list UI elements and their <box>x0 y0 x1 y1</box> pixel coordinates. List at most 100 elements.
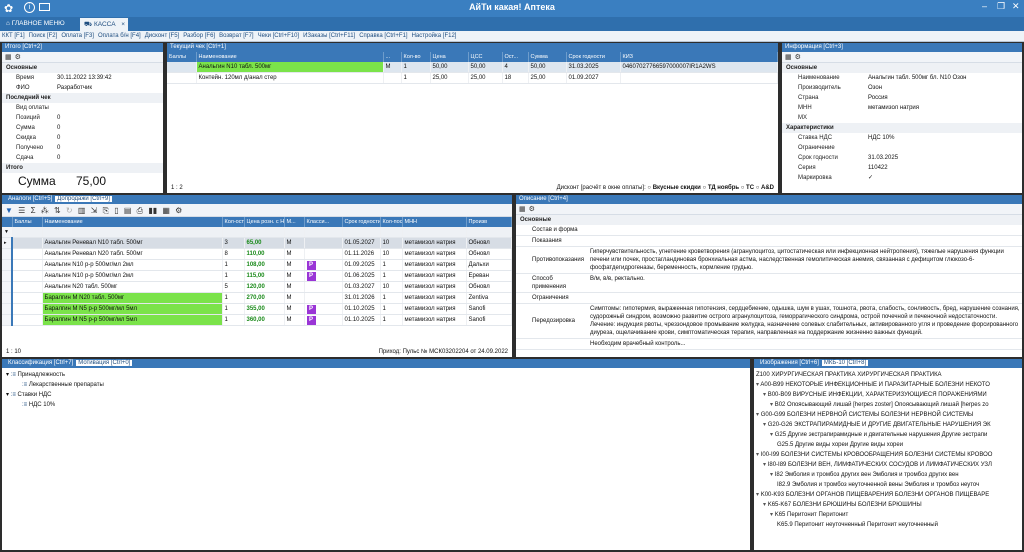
table-row[interactable]: Анальгин N10 р-р 500мг/мл 2мл 1 108,00 М P 01… <box>2 259 512 271</box>
sum-icon[interactable]: Σ <box>31 204 36 216</box>
discount-opt-3[interactable]: ○ ТС <box>741 185 754 191</box>
tab-classification[interactable]: Классификация [Ctrl+7] <box>5 360 76 366</box>
mkb-node[interactable]: G25.5 Другие виды хореи Другие виды хоре… <box>756 440 1020 450</box>
mkb-node[interactable]: ▾ K65-K67 БОЛЕЗНИ БРЮШИНЫ БОЛЕЗНИ БРЮШИН… <box>756 500 1020 510</box>
tab-images[interactable]: Изображения [Ctrl+6] <box>757 360 822 366</box>
mkb-node[interactable]: ▾ K00-K93 БОЛЕЗНИ ОРГАНОВ ПИЩЕВАРЕНИЯ БО… <box>756 490 1020 500</box>
menu-item[interactable]: Дисконт [F5] <box>143 31 182 42</box>
column-header[interactable]: Цена <box>430 52 469 62</box>
column-header[interactable]: Наименование <box>196 52 384 62</box>
mkb-node[interactable]: K65.9 Перитонит неуточненный Перитонит н… <box>756 520 1020 530</box>
table-row[interactable]: Анальгин N20 табл. 500мг 5 120,00 М 01.03.20… <box>2 281 512 293</box>
menu-item[interactable]: Чеки [Ctrl+F10] <box>256 31 302 42</box>
mkb-node[interactable]: ▾ B02 Опоясывающий лишай [herpes zoster]… <box>756 400 1020 410</box>
column-header[interactable]: М... <box>284 217 305 227</box>
column-header[interactable]: Срок годности <box>566 52 621 62</box>
mkb-node[interactable]: ▾ G00-G99 БОЛЕЗНИ НЕРВНОЙ СИСТЕМЫ БОЛЕЗН… <box>756 410 1020 420</box>
maximize-button[interactable]: ❐ <box>997 1 1005 12</box>
discount-opt-4[interactable]: ○ A&D <box>756 185 774 191</box>
table-icon[interactable]: ▤ <box>124 204 132 216</box>
column-header[interactable]: Баллы <box>12 217 43 227</box>
menu-item[interactable]: ККТ [F1] <box>0 31 27 42</box>
table-cell: 1 <box>380 270 403 282</box>
menu-item[interactable]: Справка [Ctrl+F1] <box>357 31 409 42</box>
column-header[interactable]: Класси... <box>304 217 343 227</box>
table-row[interactable]: Анальгин Реневал N20 табл. 500мг 8 110,00 М… <box>2 248 512 260</box>
discount-opt-2[interactable]: ○ ТД ноябрь <box>703 185 740 191</box>
tab-mkb[interactable]: МКБ-10 [Ctrl+8] <box>821 360 869 366</box>
column-header[interactable]: Срок годности <box>342 217 381 227</box>
menu-item[interactable]: Оплата [F3] <box>59 31 96 42</box>
grid-icon[interactable]: ▦ <box>5 52 12 62</box>
export-icon[interactable]: ⇲ <box>91 204 98 216</box>
column-header[interactable]: Ост... <box>502 52 529 62</box>
column-header[interactable]: КИЗ <box>620 52 778 62</box>
mkb-node[interactable]: Z100 ХИРУРГИЧЕСКАЯ ПРАКТИКА ХИРУРГИЧЕСКА… <box>756 370 1020 380</box>
menu-item[interactable]: Настройка [F12] <box>410 31 459 42</box>
tab-close-icon[interactable]: × <box>121 18 125 31</box>
table-row[interactable]: Баралгин М N5 р-р 500мг/мл 5мл 1 355,00 М P 0… <box>2 303 512 315</box>
grid-icon[interactable]: ▦ <box>162 204 170 216</box>
settings-icon[interactable]: ⚙ <box>15 52 21 62</box>
tab-main-menu[interactable]: ⌂ ГЛАВНОЕ МЕНЮ <box>2 18 69 30</box>
grid-icon[interactable]: ▦ <box>519 204 526 214</box>
mkb-node[interactable]: ▾ K65 Перитонит Перитонит <box>756 510 1020 520</box>
table-row[interactable]: Баралгин М N5 р-р 500мг/мл 5мл 1 360,00 М P 0… <box>2 314 512 326</box>
mkb-node[interactable]: ▾ I00-I99 БОЛЕЗНИ СИСТЕМЫ КРОВООБРАЩЕНИЯ… <box>756 450 1020 460</box>
tree-node[interactable]: :≡ НДС 10% <box>6 400 746 410</box>
mkb-node[interactable]: ▾ I80-I89 БОЛЕЗНИ ВЕН, ЛИМФАТИЧЕСКИХ СОС… <box>756 460 1020 470</box>
mkb-node[interactable]: ▾ A00-B99 НЕКОТОРЫЕ ИНФЕКЦИОННЫЕ И ПАРАЗ… <box>756 380 1020 390</box>
columns-icon[interactable]: ▥ <box>78 204 86 216</box>
mkb-node[interactable]: ▾ I82 Эмболия и тромбоз других вен Эмбол… <box>756 470 1020 480</box>
grid-icon[interactable]: ▦ <box>785 52 792 62</box>
column-header[interactable]: Баллы <box>167 52 197 62</box>
menu-item[interactable]: Возврат [F7] <box>217 31 256 42</box>
tab-motivation[interactable]: Мотивация [Ctrl+0] <box>76 360 133 366</box>
copy-icon[interactable]: ⎘ <box>103 204 109 216</box>
settings-icon[interactable]: ⚙ <box>529 204 535 214</box>
mkb-node[interactable]: ▾ B00-B09 ВИРУСНЫЕ ИНФЕКЦИИ, ХАРАКТЕРИЗУ… <box>756 390 1020 400</box>
discount-opt-1[interactable]: ○ Вкусные скидки <box>647 185 700 191</box>
tab-kassa[interactable]: ⛟ КАССА × <box>80 18 128 31</box>
menu-item[interactable]: Поиск [F2] <box>27 31 60 42</box>
minimize-button[interactable]: – <box>982 1 987 11</box>
column-header[interactable]: МНН <box>402 217 467 227</box>
tab-upsell[interactable]: Допродажи [Ctrl+9] <box>55 196 112 202</box>
column-header[interactable]: Цена розн. с НДС <box>244 217 285 227</box>
tree-icon[interactable]: ⁂ <box>41 204 49 216</box>
column-header[interactable]: ЦСС <box>468 52 503 62</box>
tree-node[interactable]: ▾ :≡ Принадлежность <box>6 370 746 380</box>
print-icon[interactable]: ⎙ <box>137 204 143 216</box>
column-header[interactable]: Произв <box>466 217 512 227</box>
tree-node[interactable]: ▾ :≡ Ставки НДС <box>6 390 746 400</box>
tab-analogs[interactable]: Аналоги [Ctrl+5] <box>5 196 55 202</box>
column-header[interactable]: Кол-во <box>401 52 431 62</box>
column-header[interactable]: ... <box>383 52 402 62</box>
settings-icon[interactable]: ⚙ <box>175 204 182 216</box>
table-row[interactable]: Баралгин М N20 табл. 500мг 1 270,00 М 31.01.… <box>2 292 512 304</box>
phone-icon[interactable]: ▯ <box>114 204 118 216</box>
mkb-node[interactable]: ▾ G25 Другие экстрапирамидные и двигател… <box>756 430 1020 440</box>
menu-item[interactable]: Разбор [F6] <box>181 31 217 42</box>
mkb-node[interactable]: I82.9 Эмболия и тромбоз неуточненной вен… <box>756 480 1020 490</box>
table-row[interactable]: ▼ <box>2 227 512 238</box>
mkb-node[interactable]: ▾ G20-G26 ЭКСТРАПИРАМИДНЫЕ И ДРУГИЕ ДВИГ… <box>756 420 1020 430</box>
settings-icon[interactable]: ⚙ <box>795 52 801 62</box>
table-row[interactable]: Контейн. 120мл д/анал стер 1 25,00 25,00 18 2… <box>167 72 778 84</box>
table-row[interactable]: ▸ Анальгин Реневал N10 табл. 500мг 3 65,00 М… <box>2 237 512 249</box>
sort-icon[interactable]: ⇅ <box>54 204 61 216</box>
list-icon[interactable]: ☰ <box>18 204 25 216</box>
refresh-icon[interactable]: ↻ <box>66 204 73 216</box>
table-row[interactable]: Анальгин N10 табл. 500мг М 1 50,00 50,00 4 50,… <box>167 62 778 73</box>
column-header[interactable]: Кол-пост <box>380 217 403 227</box>
barcode-icon[interactable]: ▮▮ <box>148 204 157 216</box>
menu-item[interactable]: Оплата б/н [F4] <box>96 31 143 42</box>
table-row[interactable]: Анальгин N10 р-р 500мг/мл 2мл 1 115,00 М P 01… <box>2 270 512 282</box>
tree-node[interactable]: :≡ Лекарственные препараты <box>6 380 746 390</box>
column-header[interactable]: Наименование <box>42 217 223 227</box>
column-header[interactable]: Сумма <box>528 52 567 62</box>
filter-icon[interactable]: ▼ <box>5 204 13 216</box>
column-header[interactable]: Кол-оста <box>222 217 245 227</box>
menu-item[interactable]: ИЗаказы [Ctrl+F11] <box>301 31 357 42</box>
close-button[interactable]: ✕ <box>1012 1 1020 12</box>
